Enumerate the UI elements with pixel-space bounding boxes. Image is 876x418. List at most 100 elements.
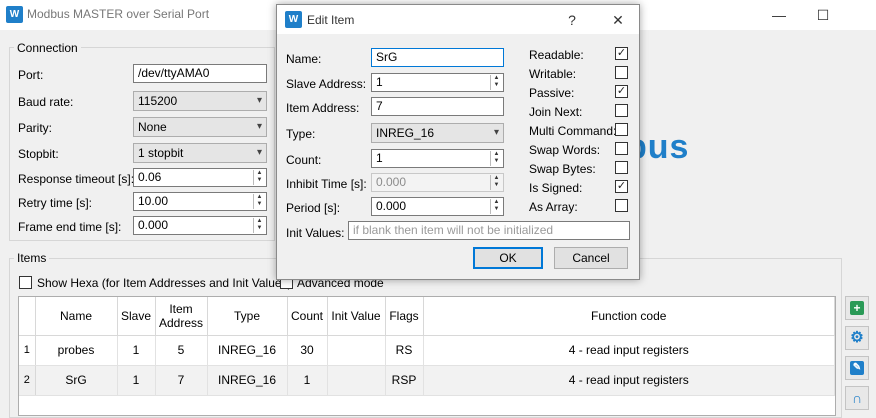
cell-flags[interactable]: RS [385,335,424,366]
minimize-button[interactable]: — [768,4,790,26]
maximize-button[interactable]: ☐ [812,4,834,26]
show-hexa-label: Show Hexa (for Item Addresses and Init V… [37,276,292,290]
passive-label: Passive: [529,86,575,100]
retry-time-spinbox[interactable]: 10.00 ▲ ▼ [133,192,267,211]
modbus-logo-icon: W [6,6,23,23]
item-settings-button[interactable]: ⚙ [845,326,869,350]
chevron-down-icon: ▾ [256,147,262,158]
baud-rate-select[interactable]: 115200 ▾ [133,91,267,111]
cell-type[interactable]: INREG_16 [207,365,288,396]
item-address-input[interactable]: 7 [371,97,504,116]
spin-arrows-icon[interactable]: ▲ ▼ [490,75,502,90]
column-header-item-address[interactable]: Item Address [155,297,208,336]
column-header-function-code[interactable]: Function code [423,297,835,336]
name-label: Name: [286,52,322,66]
cell-init-value[interactable] [327,365,386,396]
as-array-checkbox[interactable] [615,199,628,212]
dialog-close-button[interactable]: ✕ [607,9,629,31]
writable-checkbox[interactable] [615,66,628,79]
chevron-down-icon: ▾ [256,121,262,132]
readable-checkbox[interactable]: ✓ [615,47,628,60]
column-header-init-value[interactable]: Init Value [327,297,386,336]
item-address-label: Item Address: [286,101,360,115]
response-timeout-label: Response timeout [s]: [18,172,135,186]
cell-name[interactable]: SrG [35,365,118,396]
column-header-flags[interactable]: Flags [385,297,424,336]
cancel-button[interactable]: Cancel [554,247,628,269]
spin-arrows-icon[interactable]: ▲ ▼ [490,151,502,166]
items-table: Name Slave Item Address Type Count Init … [18,296,836,416]
stopbit-select[interactable]: 1 stopbit ▾ [133,143,267,163]
cell-flags[interactable]: RSP [385,365,424,396]
dialog-title: Edit Item [307,13,355,27]
cell-count[interactable]: 1 [287,365,328,396]
slave-address-spinbox[interactable]: 1 ▲ ▼ [371,73,504,92]
response-timeout-spinbox[interactable]: 0.06 ▲ ▼ [133,168,267,187]
row-number[interactable]: 1 [19,335,36,366]
cell-name[interactable]: probes [35,335,118,366]
row-number[interactable]: 2 [19,365,36,396]
column-header-name[interactable]: Name [35,297,118,336]
swap-bytes-label: Swap Bytes: [529,162,596,176]
writable-label: Writable: [529,67,577,81]
spin-arrows-icon: ▲ ▼ [490,175,502,190]
connect-button[interactable]: ∩ [845,386,869,410]
show-hexa-checkbox[interactable] [19,276,32,289]
add-plus-icon: + [850,301,864,315]
port-input[interactable]: /dev/ttyAMA0 [133,64,267,83]
table-row[interactable]: 1 probes 1 5 INREG_16 30 RS 4 - read inp… [19,335,835,366]
stopbit-label: Stopbit: [18,147,59,161]
cell-slave[interactable]: 1 [117,365,156,396]
parity-label: Parity: [18,121,53,135]
is-signed-label: Is Signed: [529,181,583,195]
swap-words-checkbox[interactable] [615,142,628,155]
swap-bytes-checkbox[interactable] [615,161,628,174]
column-header-count[interactable]: Count [287,297,328,336]
join-next-checkbox[interactable] [615,104,628,117]
edit-item-button[interactable]: ✎ [845,356,869,380]
parity-select[interactable]: None ▾ [133,117,267,137]
type-select[interactable]: INREG_16 ▾ [371,123,504,143]
spin-arrows-icon[interactable]: ▲ ▼ [253,218,265,233]
gear-icon: ⚙ [850,329,864,346]
multi-command-checkbox[interactable] [615,123,628,136]
add-item-button[interactable]: + [845,296,869,320]
passive-checkbox[interactable]: ✓ [615,85,628,98]
spin-arrows-icon[interactable]: ▲ ▼ [253,194,265,209]
cell-init-value[interactable] [327,335,386,366]
cell-count[interactable]: 30 [287,335,328,366]
cell-address[interactable]: 7 [155,365,208,396]
table-row[interactable]: 2 SrG 1 7 INREG_16 1 RSP 4 - read input … [19,365,835,396]
is-signed-checkbox[interactable]: ✓ [615,180,628,193]
cell-type[interactable]: INREG_16 [207,335,288,366]
ok-button[interactable]: OK [473,247,543,269]
chevron-down-icon: ▾ [493,127,499,138]
cell-address[interactable]: 5 [155,335,208,366]
magnet-icon: ∩ [851,390,863,406]
count-label: Count: [286,153,322,167]
cell-function-code[interactable]: 4 - read input registers [423,365,835,396]
inhibit-time-spinbox: 0.000 ▲ ▼ [371,173,504,192]
items-group-title: Items [14,251,50,265]
inhibit-time-label: Inhibit Time [s]: [286,177,367,191]
name-input[interactable]: SrG [371,48,504,67]
column-header-type[interactable]: Type [207,297,288,336]
period-spinbox[interactable]: 0.000 ▲ ▼ [371,197,504,216]
parity-value: None [138,120,167,134]
cell-slave[interactable]: 1 [117,335,156,366]
spin-arrows-icon[interactable]: ▲ ▼ [253,170,265,185]
spin-arrows-icon[interactable]: ▲ ▼ [490,199,502,214]
count-value: 1 [376,151,383,165]
frame-end-time-spinbox[interactable]: 0.000 ▲ ▼ [133,216,267,235]
window-title: Modbus MASTER over Serial Port [27,7,210,21]
init-values-input[interactable]: if blank then item will not be initializ… [348,221,630,240]
readable-label: Readable: [529,48,584,62]
dialog-help-button[interactable]: ? [561,9,583,31]
multi-command-label: Multi Command: [529,124,617,138]
cell-function-code[interactable]: 4 - read input registers [423,335,835,366]
retry-time-label: Retry time [s]: [18,196,93,210]
column-header-slave[interactable]: Slave [117,297,156,336]
port-label: Port: [18,68,44,82]
count-spinbox[interactable]: 1 ▲ ▼ [371,149,504,168]
as-array-label: As Array: [529,200,578,214]
